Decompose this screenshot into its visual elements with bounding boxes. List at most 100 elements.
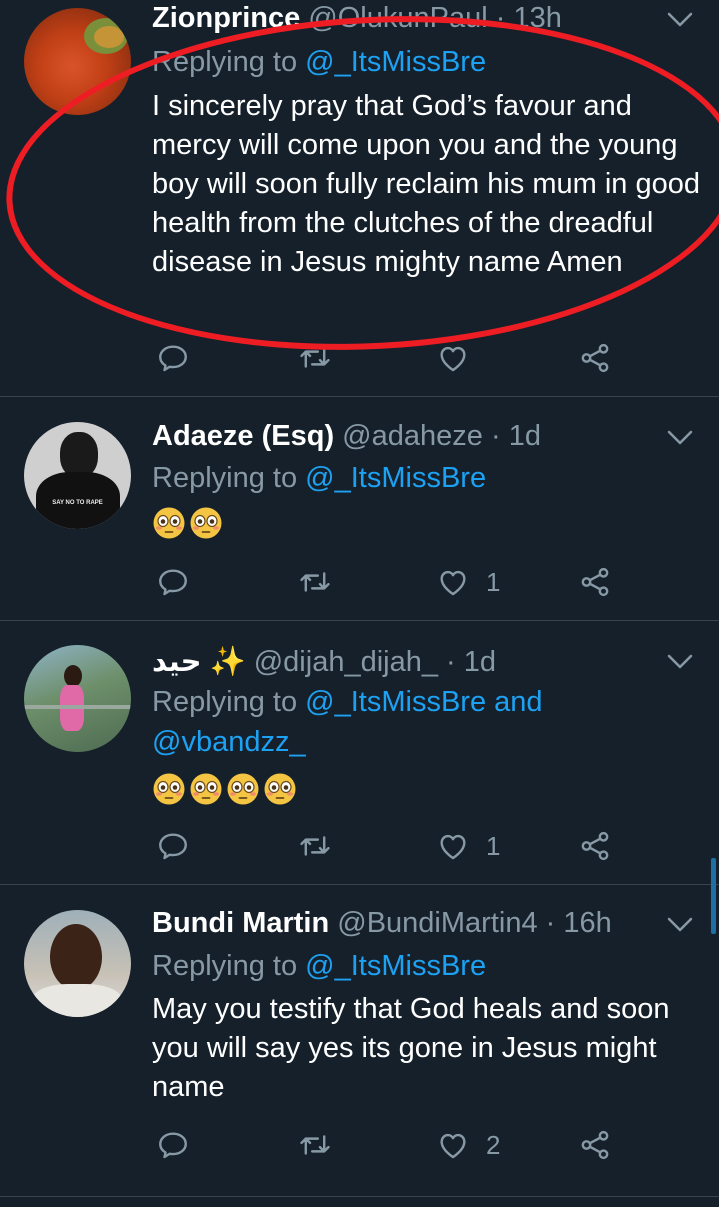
separator-dot: · — [446, 646, 456, 678]
user-handle[interactable]: @dijah_dijah_ — [254, 646, 438, 678]
share-button[interactable] — [578, 338, 612, 378]
chevron-down-icon[interactable] — [666, 915, 694, 935]
replying-to: Replying to @_ItsMissBre — [152, 948, 486, 984]
emoji-row — [152, 772, 297, 806]
display-name[interactable]: حيد — [152, 646, 202, 678]
retweet-icon — [298, 341, 332, 375]
like-button[interactable] — [436, 338, 470, 378]
emoji-row — [152, 506, 223, 540]
tweet-actions: 2 — [152, 1125, 622, 1165]
replying-to-label: Replying to — [152, 46, 298, 78]
scrollbar[interactable] — [711, 858, 716, 934]
flushed-face-emoji — [152, 772, 186, 806]
reply-icon — [156, 829, 190, 863]
tweet[interactable]: SAY NO TO RAPE Adaeze (Esq) @adaheze · 1… — [0, 397, 719, 619]
share-icon — [578, 341, 612, 375]
reply-icon — [156, 565, 190, 599]
retweet-icon — [298, 829, 332, 863]
like-count: 1 — [486, 566, 501, 597]
tweet-actions: 1 — [152, 562, 622, 602]
separator-dot: · — [545, 907, 556, 939]
retweet-button[interactable] — [298, 562, 332, 602]
and-others-link[interactable]: and — [494, 686, 542, 718]
tweet-time[interactable]: 1d — [509, 420, 541, 452]
tweet-time[interactable]: 13h — [513, 2, 561, 34]
replying-to-label: Replying to — [152, 686, 298, 718]
flushed-face-emoji — [152, 506, 186, 540]
like-count: 1 — [486, 830, 501, 861]
tweet[interactable]: Zionprince @OlukunPaul · 13h Replying to… — [0, 0, 719, 396]
replying-to: Replying to @_ItsMissBre — [152, 460, 486, 496]
reply-icon — [156, 341, 190, 375]
avatar-caption: SAY NO TO RAPE — [52, 500, 103, 506]
retweet-icon — [298, 565, 332, 599]
like-icon — [436, 1128, 470, 1162]
avatar[interactable]: SAY NO TO RAPE — [24, 422, 131, 529]
tweet-text: I sincerely pray that God’s favour and m… — [152, 90, 700, 278]
chevron-down-icon[interactable] — [666, 652, 694, 672]
reply-button[interactable] — [156, 338, 190, 378]
avatar[interactable] — [24, 910, 131, 1017]
tweet-time[interactable]: 1d — [464, 646, 496, 678]
share-icon — [578, 829, 612, 863]
replying-to: Replying to @_ItsMissBre and — [152, 684, 543, 720]
share-button[interactable] — [578, 826, 612, 866]
like-icon — [436, 829, 470, 863]
like-button[interactable]: 1 — [436, 562, 500, 602]
flushed-face-emoji — [189, 506, 223, 540]
sparkles-emoji: ✨ — [209, 646, 246, 678]
mention-link[interactable]: @_ItsMissBre — [305, 462, 486, 494]
replying-to-line-2: @vbandzz_ — [152, 724, 306, 760]
flushed-face-emoji — [226, 772, 260, 806]
share-button[interactable] — [578, 562, 612, 602]
mention-link[interactable]: @vbandzz_ — [152, 726, 306, 758]
replying-to: Replying to @_ItsMissBre — [152, 44, 486, 80]
user-handle[interactable]: @OlukunPaul — [308, 2, 487, 34]
tweet[interactable]: Bundi Martin @BundiMartin4 · 16h Replyin… — [0, 885, 719, 1195]
display-name[interactable]: Zionprince — [152, 2, 300, 34]
like-button[interactable]: 1 — [436, 826, 500, 866]
retweet-button[interactable] — [298, 1125, 332, 1165]
chevron-down-icon[interactable] — [666, 428, 694, 448]
flushed-face-emoji — [263, 772, 297, 806]
like-button[interactable]: 2 — [436, 1125, 500, 1165]
tweet-header: Bundi Martin @BundiMartin4 · 16h — [152, 905, 612, 941]
reply-button[interactable] — [156, 1125, 190, 1165]
avatar[interactable] — [24, 645, 131, 752]
share-icon — [578, 1128, 612, 1162]
tweet-time[interactable]: 16h — [563, 907, 611, 939]
tweet-header: Adaeze (Esq) @adaheze · 1d — [152, 418, 541, 454]
like-icon — [436, 341, 470, 375]
reply-button[interactable] — [156, 562, 190, 602]
avatar[interactable] — [24, 8, 131, 115]
tweet-actions — [152, 338, 622, 378]
separator-dot: · — [490, 420, 501, 452]
tweet-header: حيد ✨ @dijah_dijah_ · 1d — [152, 644, 496, 680]
user-handle[interactable]: @BundiMartin4 — [337, 907, 537, 939]
replying-to-label: Replying to — [152, 950, 298, 982]
mention-link[interactable]: @_ItsMissBre — [305, 950, 486, 982]
replying-to-label: Replying to — [152, 462, 298, 494]
share-button[interactable] — [578, 1125, 612, 1165]
retweet-icon — [298, 1128, 332, 1162]
mention-link[interactable]: @_ItsMissBre — [305, 46, 486, 78]
display-name[interactable]: Bundi Martin — [152, 907, 329, 939]
like-icon — [436, 565, 470, 599]
retweet-button[interactable] — [298, 826, 332, 866]
user-handle[interactable]: @adaheze — [342, 420, 483, 452]
reply-button[interactable] — [156, 826, 190, 866]
reply-icon — [156, 1128, 190, 1162]
tweet-text: May you testify that God heals and soon … — [152, 993, 670, 1103]
separator-dot: · — [495, 2, 506, 34]
flushed-face-emoji — [189, 772, 223, 806]
tweet-actions: 1 — [152, 826, 622, 866]
divider — [0, 1196, 719, 1197]
tweet-header: Zionprince @OlukunPaul · 13h — [152, 0, 562, 36]
retweet-button[interactable] — [298, 338, 332, 378]
display-name[interactable]: Adaeze (Esq) — [152, 420, 334, 452]
share-icon — [578, 565, 612, 599]
tweet[interactable]: حيد ✨ @dijah_dijah_ · 1d Replying to @_I… — [0, 621, 719, 883]
like-count: 2 — [486, 1129, 501, 1160]
mention-link[interactable]: @_ItsMissBre — [305, 686, 486, 718]
chevron-down-icon[interactable] — [666, 10, 694, 30]
